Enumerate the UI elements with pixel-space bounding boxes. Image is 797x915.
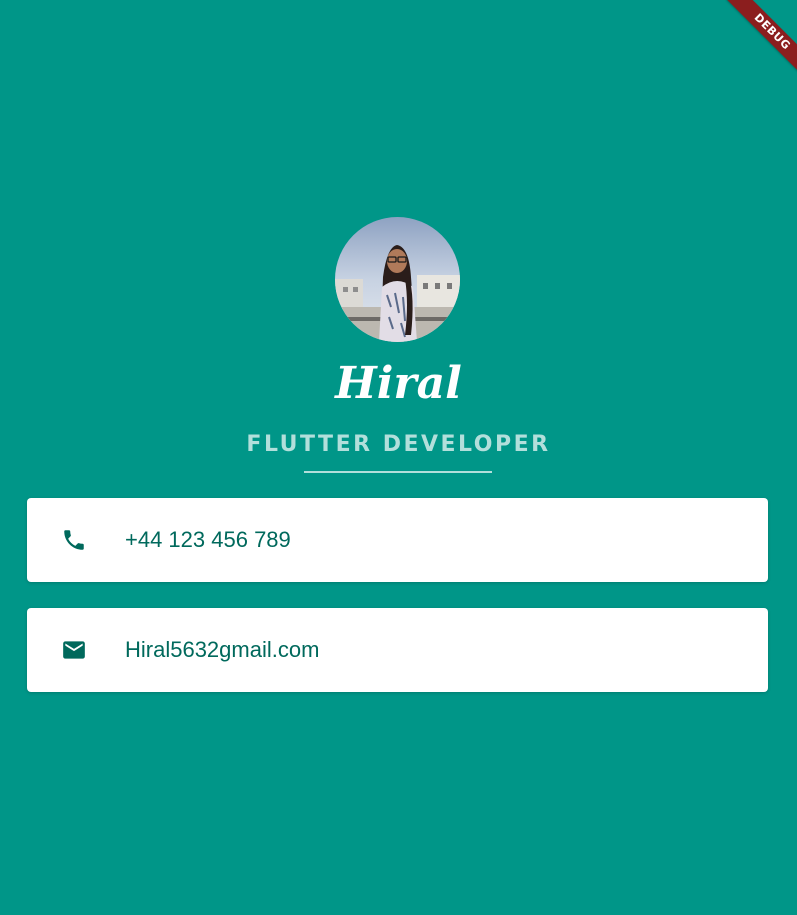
debug-banner: DEBUG — [677, 0, 797, 120]
divider — [304, 471, 492, 473]
phone-card[interactable]: +44 123 456 789 — [27, 498, 768, 582]
debug-banner-label: DEBUG — [726, 0, 797, 78]
phone-number: +44 123 456 789 — [125, 527, 291, 552]
profile-title: FLUTTER DEVELOPER — [246, 432, 551, 457]
email-card[interactable]: Hiral5632gmail.com — [27, 608, 768, 692]
phone-icon — [61, 527, 87, 553]
avatar-photo — [335, 217, 460, 342]
mail-icon — [61, 637, 87, 663]
avatar — [335, 217, 460, 342]
profile-name: Hiral — [335, 358, 462, 409]
email-address: Hiral5632gmail.com — [125, 637, 320, 662]
